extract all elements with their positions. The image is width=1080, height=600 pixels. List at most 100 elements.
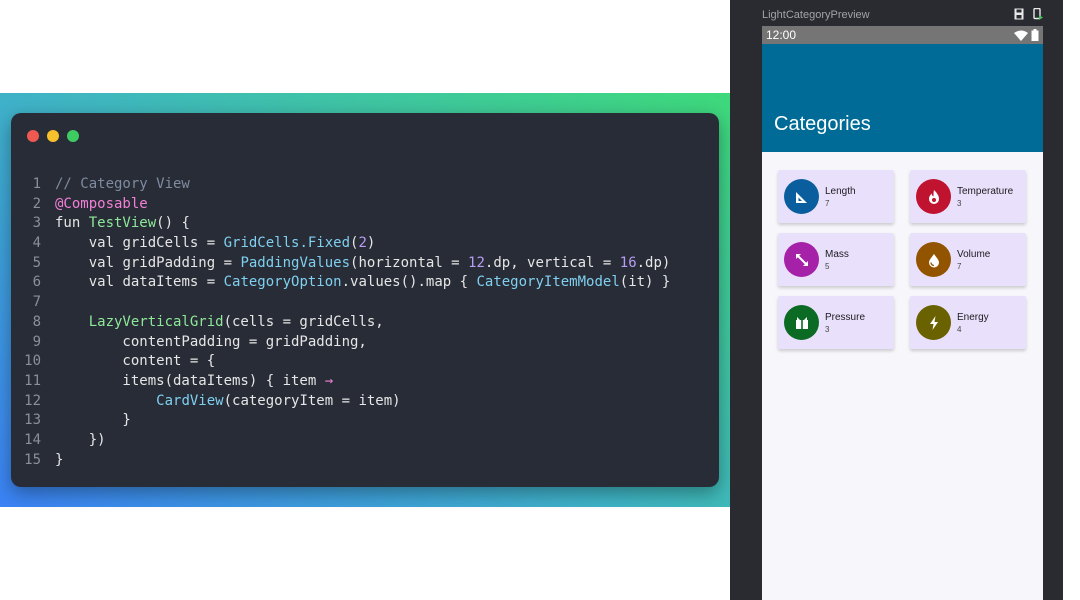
code-token: 12: [468, 254, 485, 271]
code-token: .dp, vertical =: [484, 254, 620, 271]
code-token: contentPadding = gridPadding,: [55, 333, 367, 350]
category-name: Volume: [957, 248, 991, 260]
code-token: () {: [156, 215, 190, 232]
resize-arrows-icon: [795, 253, 808, 266]
line-number: 5: [32, 254, 41, 271]
code-line: 6 val dataItems = CategoryOption.values(…: [11, 273, 719, 293]
code-token: TestView: [88, 215, 157, 232]
code-text: val gridPadding = PaddingValues(horizont…: [55, 254, 671, 274]
code-token: →: [324, 372, 334, 389]
category-card-volume[interactable]: Volume 7: [910, 233, 1026, 286]
category-text: Volume 7: [957, 248, 990, 272]
code-text: contentPadding = gridPadding,: [55, 333, 367, 353]
code-text: @Composable: [55, 195, 148, 215]
category-icon-circle: [784, 305, 819, 340]
category-text: Pressure 3: [825, 311, 865, 335]
code-line: 14 }): [11, 431, 719, 451]
line-number: 4: [32, 235, 41, 252]
code-window: 1 // Category View 2 @Composable 3 fun TestVi…: [11, 113, 719, 487]
code-token: (cells = gridCells,: [223, 313, 384, 330]
category-text: Temperature 3: [957, 185, 1013, 209]
app-bar: Categories: [762, 44, 1043, 152]
code-token: .values().map {: [341, 274, 477, 291]
code-line: 8 LazyVerticalGrid(cells = gridCells,: [11, 313, 719, 333]
code-token: ): [366, 235, 376, 252]
code-block: 1 // Category View 2 @Composable 3 fun TestVi…: [11, 175, 719, 470]
line-number: 12: [24, 392, 41, 409]
category-card-mass[interactable]: Mass 5: [778, 233, 894, 286]
category-card-length[interactable]: Length 7: [778, 170, 894, 223]
category-icon-circle: [784, 242, 819, 277]
window-controls: [27, 130, 79, 142]
category-icon-circle: [916, 242, 951, 277]
code-line: 1 // Category View: [11, 175, 719, 195]
code-text: // Category View: [55, 175, 190, 195]
compose-preview-panel: LightCategoryPreview 12:00 Categories Le…: [730, 0, 1063, 600]
drop-icon: [928, 253, 939, 267]
code-token: val: [55, 254, 123, 271]
code-token: val: [55, 235, 123, 252]
category-card-energy[interactable]: Energy 4: [910, 296, 1026, 349]
status-bar: 12:00: [762, 26, 1043, 44]
screenshot-stage: 1 // Category View 2 @Composable 3 fun TestVi…: [0, 0, 1080, 600]
close-window-dot[interactable]: [27, 130, 39, 142]
code-text: }: [55, 411, 131, 431]
category-text: Length 7: [825, 185, 856, 209]
line-number: 7: [32, 294, 41, 311]
code-token: gridPadding =: [122, 254, 241, 271]
code-token: content = {: [55, 353, 216, 370]
code-text: CardView(categoryItem = item): [55, 392, 400, 412]
maximize-window-dot[interactable]: [67, 130, 79, 142]
ruler-icon: [795, 191, 807, 203]
code-token: CategoryItemModel: [476, 274, 620, 291]
line-number: 10: [24, 353, 41, 370]
line-number: 9: [32, 333, 41, 350]
minimize-window-dot[interactable]: [47, 130, 59, 142]
category-count: 4: [957, 324, 962, 334]
code-line: 10 content = {: [11, 352, 719, 372]
code-token: GridCells.Fixed: [223, 235, 351, 252]
category-count: 3: [957, 198, 962, 208]
category-text: Energy 4: [957, 311, 989, 335]
code-line: 11 items(dataItems) { item →: [11, 372, 719, 392]
category-card-temperature[interactable]: Temperature 3: [910, 170, 1026, 223]
category-name: Energy: [957, 311, 989, 323]
code-token: 16: [619, 254, 637, 271]
code-text: val dataItems = CategoryOption.values().…: [55, 273, 671, 293]
code-text: val gridCells = GridCells.Fixed(2): [55, 234, 376, 254]
code-token: (it) }: [619, 274, 671, 291]
line-number: 11: [24, 372, 41, 389]
category-card-pressure[interactable]: Pressure 3: [778, 296, 894, 349]
code-text: }: [55, 451, 63, 471]
line-number: 2: [32, 195, 41, 212]
flame-icon: [928, 189, 939, 204]
code-line: 9 contentPadding = gridPadding,: [11, 333, 719, 353]
code-token: items(dataItems) { item: [55, 372, 325, 389]
category-icon-circle: [916, 179, 951, 214]
code-token: }: [55, 412, 131, 429]
battery-icon: [1031, 29, 1039, 41]
category-name: Temperature: [957, 185, 1014, 197]
line-number: 3: [32, 215, 41, 232]
wifi-icon: [1014, 30, 1028, 41]
category-count: 7: [957, 261, 962, 271]
save-icon[interactable]: [1014, 8, 1024, 20]
code-token: }: [55, 451, 64, 468]
line-number: 14: [24, 431, 41, 448]
code-token: 2: [358, 235, 367, 252]
preview-title: LightCategoryPreview: [762, 9, 870, 21]
category-name: Pressure: [825, 311, 866, 323]
status-time: 12:00: [766, 28, 797, 42]
code-token: gridCells =: [122, 235, 224, 252]
category-name: Mass: [825, 248, 849, 260]
code-token: dataItems =: [122, 274, 224, 291]
category-count: 5: [825, 261, 830, 271]
deploy-device-icon[interactable]: [1033, 8, 1043, 20]
category-count: 7: [825, 198, 830, 208]
code-token: (horizontal =: [350, 254, 469, 271]
line-number: 6: [32, 274, 41, 291]
code-token: @Composable: [55, 195, 148, 212]
status-icons: [1014, 29, 1039, 41]
